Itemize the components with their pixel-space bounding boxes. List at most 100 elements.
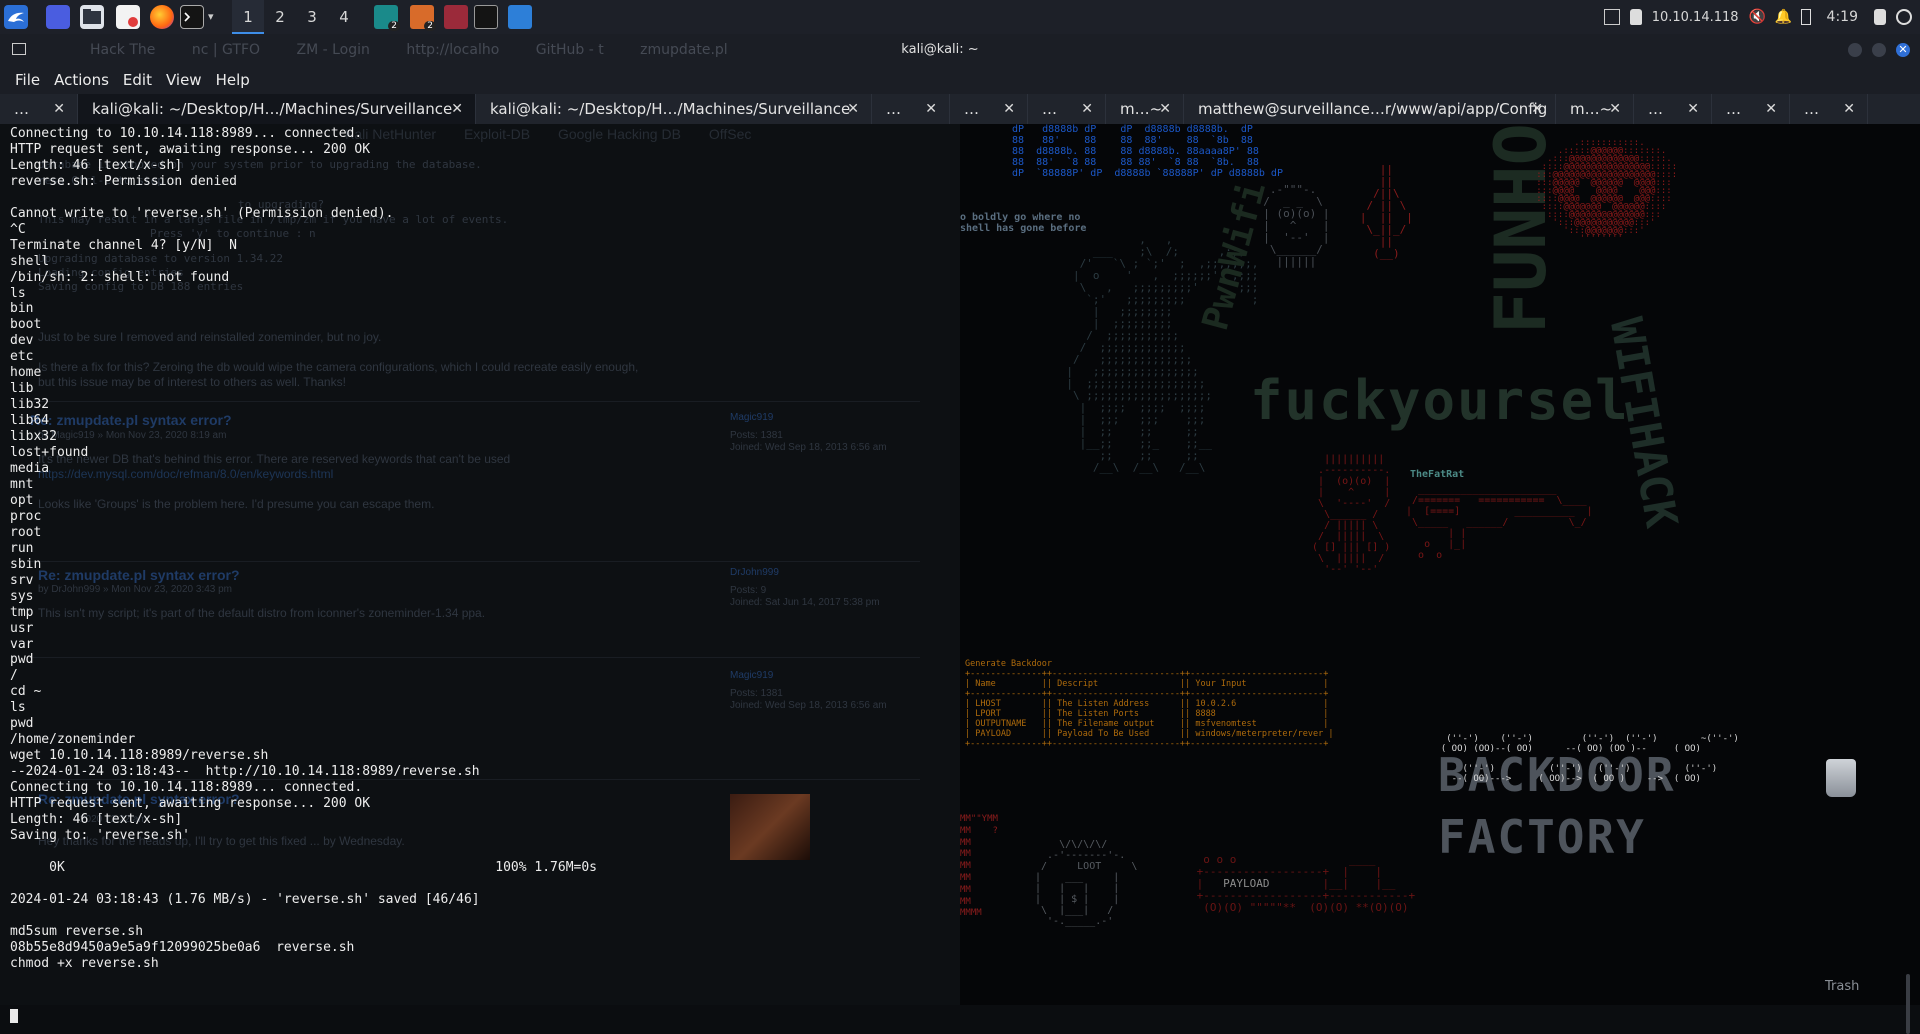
ghost-author-posts: Posts: 9 xyxy=(730,585,767,596)
close-tab-icon[interactable]: ✕ xyxy=(1843,94,1855,124)
menu-actions[interactable]: Actions xyxy=(47,71,116,89)
ghost-author: Magic919 xyxy=(730,670,774,681)
terminal-tab[interactable]: … ✕ xyxy=(1028,94,1106,124)
lock-icon xyxy=(1629,9,1642,25)
terminal-launcher-icon[interactable] xyxy=(180,5,204,29)
ascii-red-ninja: |||||||||| .----------. | (o)(o) | | ^ |… xyxy=(1312,454,1391,575)
scrollbar[interactable] xyxy=(1906,974,1910,1034)
terminal-tab[interactable]: … ✕ xyxy=(872,94,950,124)
ghost-author-joined: Joined: Sat Jun 14, 2017 5:38 pm xyxy=(730,597,880,608)
terminal-tab[interactable]: … ✕ xyxy=(0,94,78,124)
col-name: Name xyxy=(975,679,996,689)
taskbar-app-icon[interactable] xyxy=(444,5,468,29)
workspace-switcher: 1 2 3 4 xyxy=(232,0,360,34)
top-panel: ▾ 1 2 3 4 2 2 10.10.14.118 🔇 🔔 4:19 xyxy=(0,0,1920,35)
close-tab-icon[interactable]: ✕ xyxy=(1765,94,1777,124)
terminal-tab[interactable]: m…~ ✕ xyxy=(1556,94,1634,124)
ghost-author-joined: Joined: Wed Sep 18, 2013 6:56 am xyxy=(730,700,887,711)
chevron-down-icon[interactable]: ▾ xyxy=(208,10,214,23)
close-tab-icon[interactable]: ✕ xyxy=(1531,94,1543,124)
close-tab-icon[interactable]: ✕ xyxy=(53,94,65,124)
taskbar-app-icon[interactable]: 2 xyxy=(410,5,436,31)
taskbar-terminal-icon[interactable] xyxy=(474,5,498,29)
tab-label: … xyxy=(886,100,901,118)
menu-view[interactable]: View xyxy=(159,71,209,89)
ghost-author-posts: Posts: 1381 xyxy=(730,688,783,699)
terminal-cursor xyxy=(10,1009,18,1023)
workspace-4[interactable]: 4 xyxy=(328,0,360,34)
firefox-icon[interactable] xyxy=(150,5,174,29)
ghost-author: Magic919 xyxy=(730,412,774,423)
ghost-avatar xyxy=(730,794,810,860)
close-tab-icon[interactable]: ✕ xyxy=(925,94,937,124)
kali-menu-icon[interactable] xyxy=(4,5,28,29)
file-manager-icon[interactable] xyxy=(80,5,104,29)
power-icon[interactable] xyxy=(1896,9,1912,25)
ascii-robot: .-"""-. / _ _ \ | (o)(o) | | ^ | | '--' … xyxy=(1263,183,1330,268)
text-editor-icon[interactable] xyxy=(116,5,140,29)
close-tab-icon[interactable]: ✕ xyxy=(1159,94,1171,124)
close-window-button[interactable]: ✕ xyxy=(1896,43,1910,57)
close-tab-icon[interactable]: ✕ xyxy=(1687,94,1699,124)
tab-label: … xyxy=(964,100,979,118)
battery-icon[interactable] xyxy=(1800,9,1811,25)
terminal-tab[interactable]: … ✕ xyxy=(1790,94,1868,124)
workspace-2[interactable]: 2 xyxy=(264,0,296,34)
ascii-payload-truck: o o o ____ +------------------+ | | | PA… xyxy=(1196,853,1416,914)
tab-label: m…~ xyxy=(1120,100,1163,118)
terminal-output: Connecting to 10.10.14.118:8989... conne… xyxy=(10,126,597,971)
terminal-pane[interactable]: Kali NetHunter Exploit-DB Google Hacking… xyxy=(0,124,960,1005)
taskbar-app-icon[interactable]: 2 xyxy=(374,5,400,31)
gen-name: OUTPUTNAME xyxy=(975,719,1027,729)
ascii-big-word: fuckyoursel xyxy=(1250,369,1630,432)
close-tab-icon[interactable]: ✕ xyxy=(1003,94,1015,124)
menu-help[interactable]: Help xyxy=(209,71,257,89)
gen-desc: The Filename output xyxy=(1057,719,1155,729)
terminal-tab[interactable]: … ✕ xyxy=(1634,94,1712,124)
gen-name: LHOST xyxy=(975,699,1001,709)
clock[interactable]: 4:19 xyxy=(1827,9,1858,25)
close-tab-icon[interactable]: ✕ xyxy=(847,94,859,124)
trash-icon[interactable] xyxy=(1826,759,1856,797)
terminal-tab[interactable]: kali@kali: ~/Desktop/H…/Machines/Surveil… xyxy=(78,94,476,124)
terminal-tab[interactable]: m…~ ✕ xyxy=(1106,94,1184,124)
menu-bar: File Actions Edit View Help xyxy=(0,66,1920,94)
system-tray: 10.10.14.118 🔇 🔔 4:19 xyxy=(1603,0,1920,34)
maximize-button[interactable] xyxy=(1872,43,1886,57)
minimize-button[interactable] xyxy=(1848,43,1862,57)
desktop-icon[interactable] xyxy=(46,5,70,29)
menu-file[interactable]: File xyxy=(8,71,47,89)
gen-name: PAYLOAD xyxy=(975,729,1012,739)
gen-name: LPORT xyxy=(975,709,1001,719)
tab-label: kali@kali: ~/Desktop/H…/Machines/Surveil… xyxy=(92,100,453,118)
terminal-tab-bar: … ✕ kali@kali: ~/Desktop/H…/Machines/Surve… xyxy=(0,94,1920,125)
close-tab-icon[interactable]: ✕ xyxy=(451,94,463,124)
terminal-tab[interactable]: matthew@surveillance…r/www/api/app/Confi… xyxy=(1184,94,1556,124)
mute-icon[interactable]: 🔇 xyxy=(1749,9,1766,25)
ghost-author-joined: Joined: Wed Sep 18, 2013 6:56 am xyxy=(730,442,887,453)
gen-input: windows/meterpreter/rever xyxy=(1195,729,1324,739)
ascii-critters: (''-') (''-') (''-') (''-') ~(''-') ( OO… xyxy=(1440,734,1739,784)
bell-icon[interactable]: 🔔 xyxy=(1775,9,1792,25)
lock-screen-icon[interactable] xyxy=(1874,9,1886,25)
tab-label: … xyxy=(1804,100,1819,118)
taskbar-folder-icon[interactable] xyxy=(508,5,532,29)
ascii-red-gun: _______________________ /======= =======… xyxy=(1406,484,1593,561)
ascii-red-margin: MM""YMM MM ? MM MM MM MM MM MM MMMM xyxy=(960,814,998,919)
menu-edit[interactable]: Edit xyxy=(116,71,159,89)
gen-desc: The Listen Ports xyxy=(1057,709,1140,719)
ascii-fatrat-label: TheFatRat xyxy=(1410,469,1465,480)
loot-label: LOOT xyxy=(1077,861,1102,872)
window-titlebar[interactable]: Hack The nc | GTFO ZM - Login http://loc… xyxy=(0,34,1920,66)
ascii-logo: dP d8888b dP dP d8888b d8888b. dP 88 88'… xyxy=(1012,124,1283,179)
terminal-tab[interactable]: kali@kali: ~/Desktop/H…/Machines/Surveil… xyxy=(476,94,872,124)
generate-backdoor-table: Generate Backdoor +--------------++-----… xyxy=(965,659,1334,749)
trash-label[interactable]: Trash xyxy=(1825,979,1859,994)
workspace-1[interactable]: 1 xyxy=(232,0,264,34)
terminal-tab[interactable]: … ✕ xyxy=(1712,94,1790,124)
workspace-3[interactable]: 3 xyxy=(296,0,328,34)
close-tab-icon[interactable]: ✕ xyxy=(1081,94,1093,124)
close-tab-icon[interactable]: ✕ xyxy=(1609,94,1621,124)
monitor-icon[interactable] xyxy=(1603,9,1620,25)
terminal-tab[interactable]: … ✕ xyxy=(950,94,1028,124)
